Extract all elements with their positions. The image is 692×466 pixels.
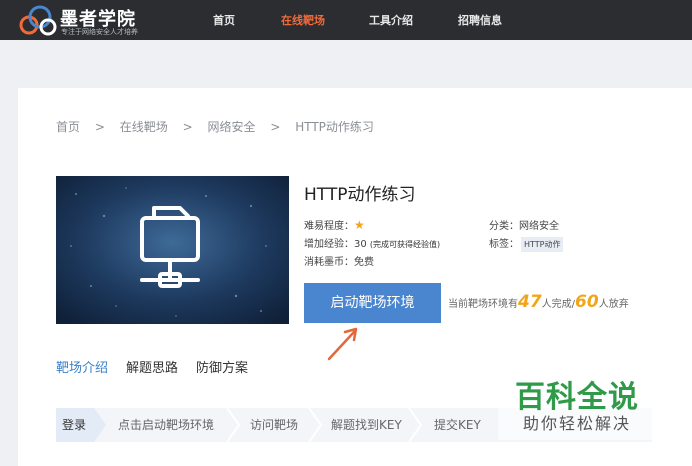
start-environment-button[interactable]: 启动靶场环境 [304,283,441,323]
nav-home[interactable]: 首页 [213,12,235,28]
category-value[interactable]: 网络安全 [519,221,559,232]
star-icon: ★ [354,218,365,232]
breadcrumb-separator: > [94,120,105,134]
experience-row: 增加经验：30 (完成可获得经验值) [304,235,440,250]
completed-suffix: 人完成/ [541,299,576,310]
category-row: 分类：网络安全 [489,217,559,232]
tab-defense[interactable]: 防御方案 [196,357,248,376]
cloud-logo-icon [19,5,57,36]
step-submit-key: 提交KEY [434,418,481,432]
breadcrumb-home[interactable]: 首页 [56,118,80,135]
tag-badge[interactable]: HTTP动作 [521,237,564,252]
category-label: 分类： [489,221,519,232]
lab-thumbnail [56,176,289,324]
breadcrumb-online-range[interactable]: 在线靶场 [120,118,168,135]
breadcrumb-network-security[interactable]: 网络安全 [207,118,255,135]
step-find-key: 解题找到KEY [331,418,402,432]
breadcrumb-separator: > [270,120,281,134]
environment-stats: 当前靶场环境有47人完成/60人放弃 [448,292,629,312]
chevron-right-icon [94,408,106,442]
difficulty-label: 难易程度： [304,221,354,232]
completed-count: 47 [518,292,542,312]
chevron-right-icon [408,408,422,442]
site-logo[interactable]: 墨者学院 专注于网络安全人才培养 [18,3,198,39]
difficulty-row: 难易程度：★ [304,217,365,232]
env-stats-prefix: 当前靶场环境有 [448,299,518,310]
abandoned-suffix: 人放弃 [598,299,629,310]
nav-online-range[interactable]: 在线靶场 [281,12,325,28]
step-start-environment: 点击启动靶场环境 [118,418,215,432]
watermark: 百科全说 助你轻松解决 [498,370,658,440]
annotation-arrow-icon [327,327,358,361]
experience-label: 增加经验： [304,239,354,250]
cost-row: 消耗墨币：免费 [304,253,374,268]
breadcrumb: 首页 > 在线靶场 > 网络安全 > HTTP动作练习 [56,118,374,135]
chevron-right-icon [308,408,322,442]
step-login: 登录 [56,408,94,442]
lab-title: HTTP动作练习 [304,185,416,205]
tags-label: 标签： [489,239,519,250]
chevron-right-icon [226,408,240,442]
network-server-icon [56,176,289,324]
cost-value: 免费 [354,257,374,268]
watermark-subtitle: 助你轻松解决 [523,414,632,433]
nav-jobs[interactable]: 招聘信息 [458,12,502,28]
step-visit-range: 访问靶场 [250,418,299,432]
tab-solution[interactable]: 解题思路 [126,357,178,376]
abandoned-count: 60 [575,292,599,312]
experience-value: 30 [354,239,367,250]
top-navbar: 墨者学院 专注于网络安全人才培养 首页 在线靶场 工具介绍 招聘信息 [0,0,692,40]
experience-note: (完成可获得经验值) [369,240,441,249]
breadcrumb-current: HTTP动作练习 [295,120,374,134]
breadcrumb-separator: > [182,120,193,134]
tab-introduction[interactable]: 靶场介绍 [56,357,108,376]
nav-tools[interactable]: 工具介绍 [369,12,413,28]
tags-row: 标签： HTTP动作 [489,235,564,252]
logo-slogan: 专注于网络安全人才培养 [61,28,138,36]
cost-label: 消耗墨币： [304,257,354,268]
